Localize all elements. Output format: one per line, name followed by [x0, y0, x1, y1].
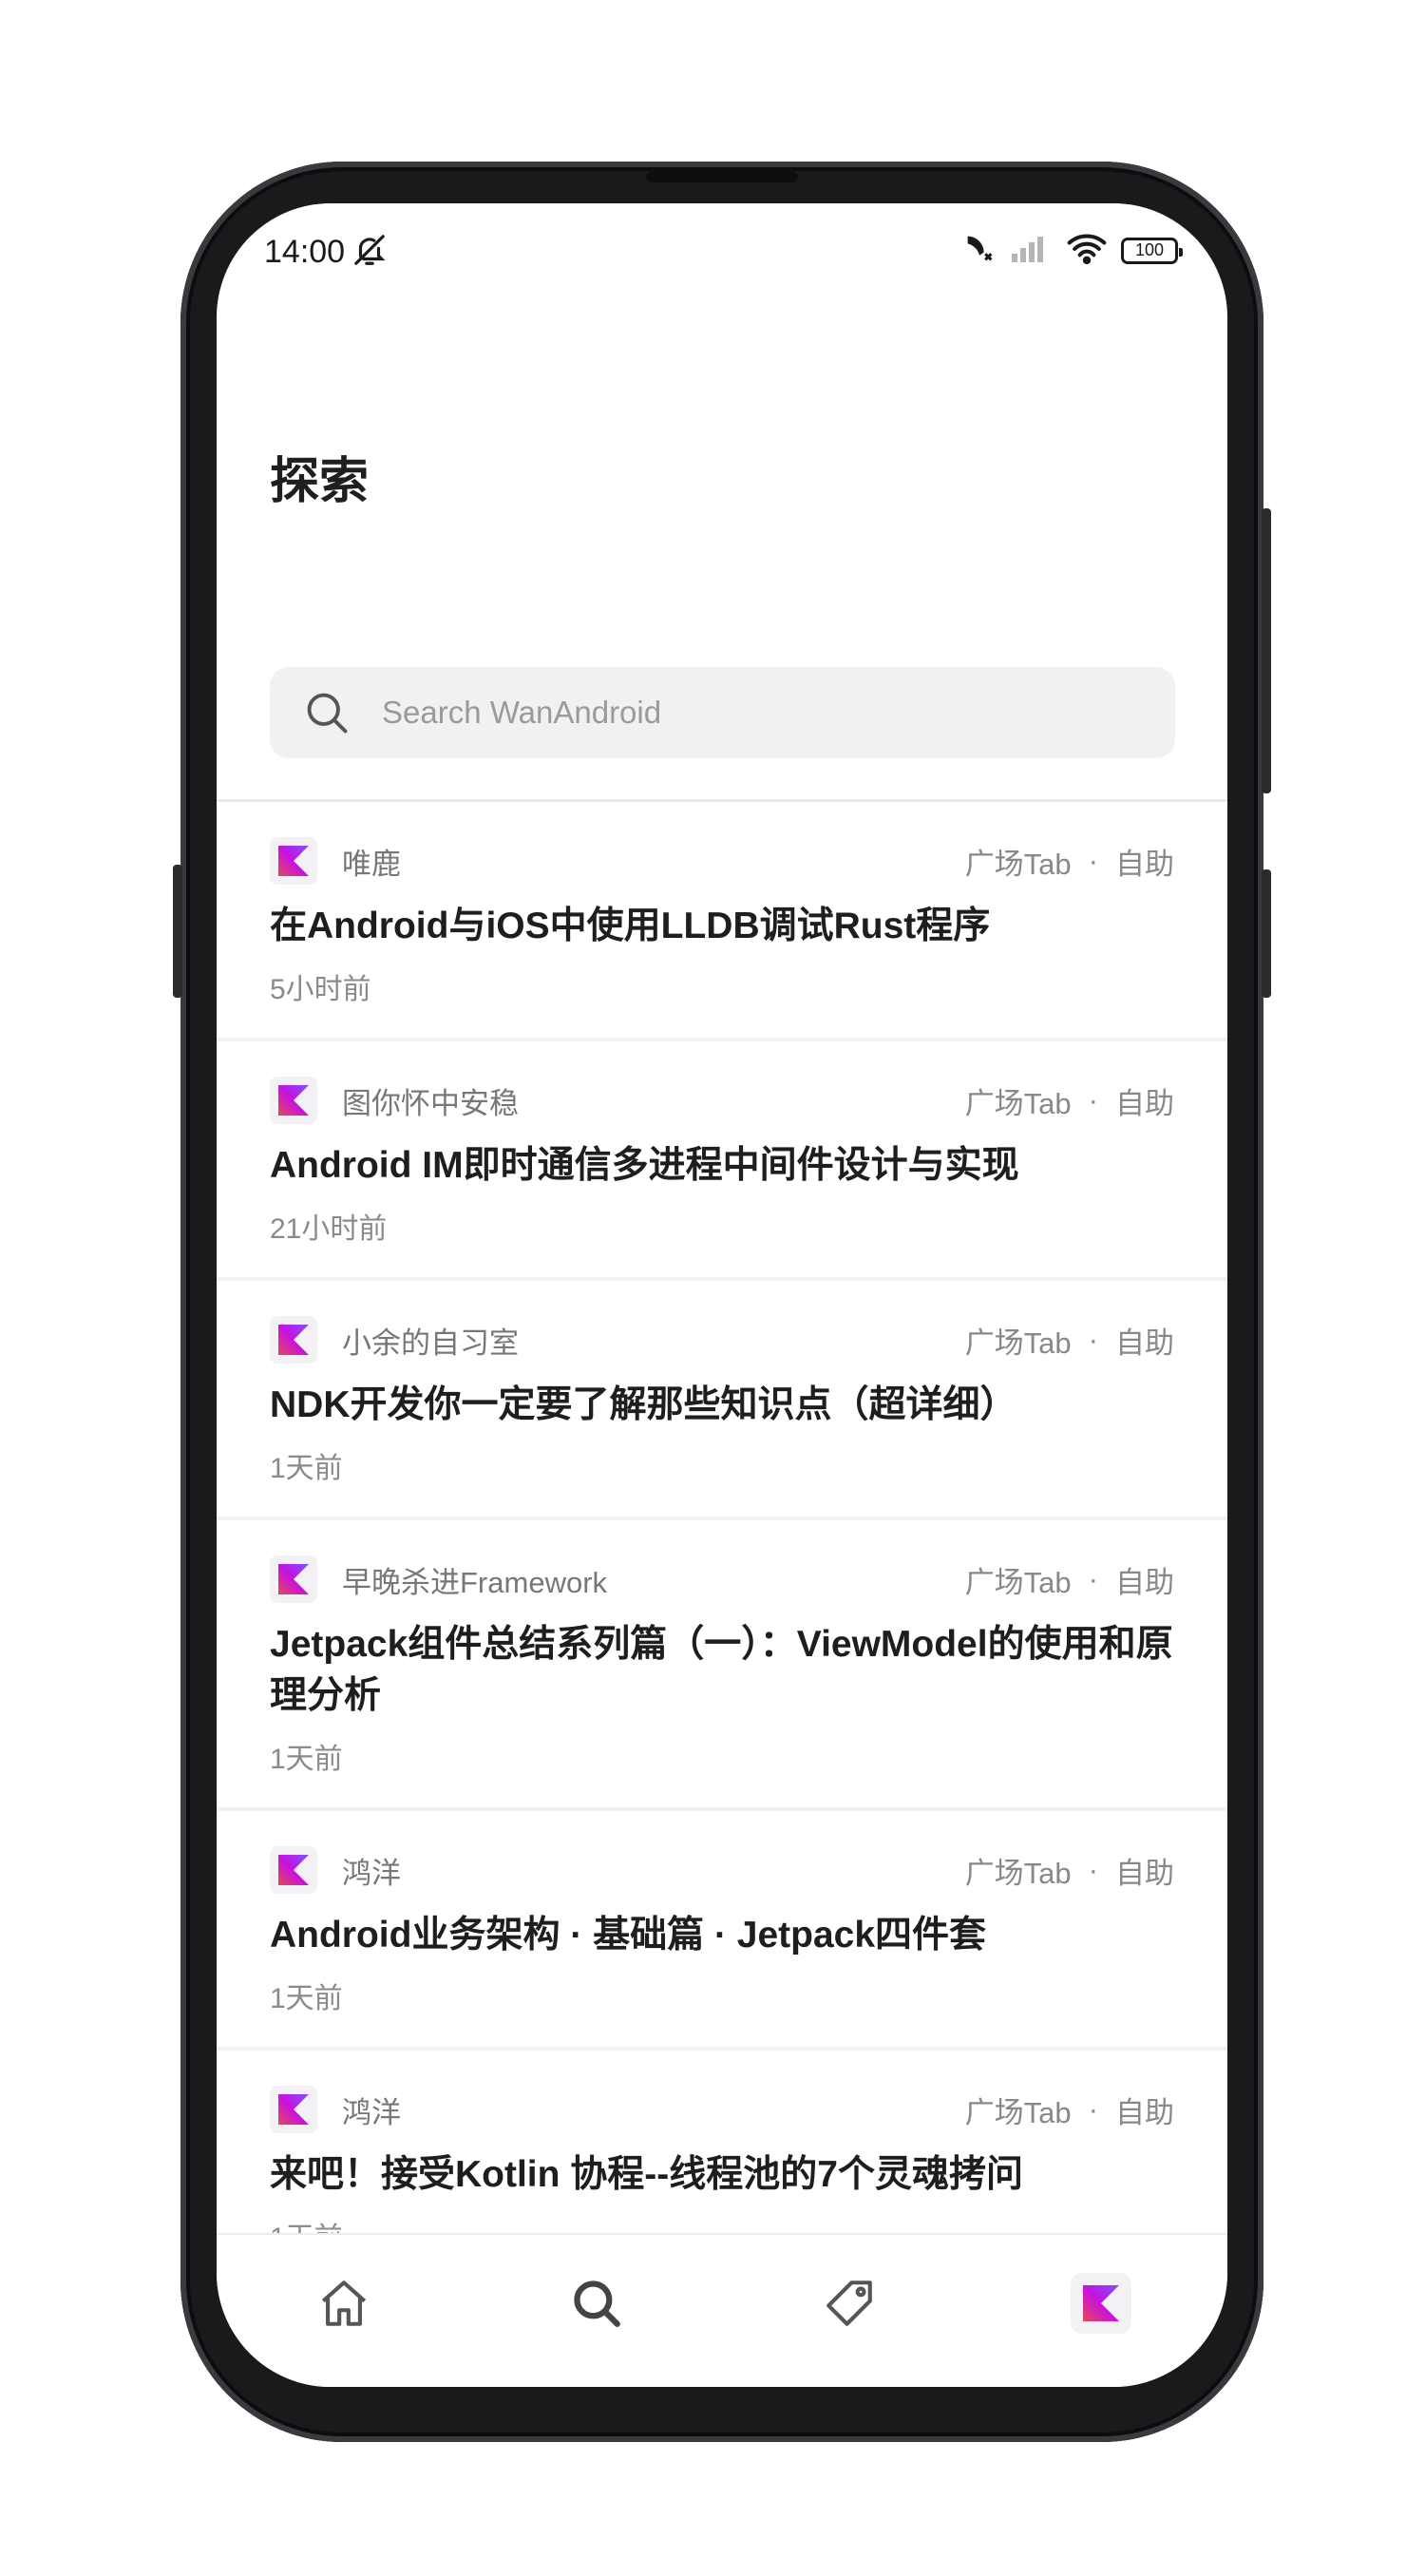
article-card[interactable]: 唯鹿 广场Tab · 自助 在Android与iOS中使用LLDB调试Rust程… — [217, 802, 1227, 1038]
article-tags: 广场Tab · 自助 — [965, 802, 1174, 920]
phone-speaker — [646, 171, 798, 182]
article-tags: 广场Tab · 自助 — [965, 2051, 1174, 2168]
signal-icon — [1011, 234, 1053, 267]
tag-label[interactable]: 广场Tab — [965, 1849, 1072, 1892]
tag-separator: · — [1088, 1853, 1098, 1886]
status-icons: 100 — [961, 232, 1183, 269]
article-tags: 广场Tab · 自助 — [965, 1520, 1174, 1638]
article-card[interactable]: 鸿洋 广场Tab · 自助 Android业务架构 · 基础篇 · Jetpac… — [217, 1811, 1227, 2047]
power-button — [1262, 869, 1271, 998]
bell-muted-icon — [352, 232, 388, 273]
article-card[interactable]: 小余的自习室 广场Tab · 自助 NDK开发你一定要了解那些知识点（超详细） … — [217, 1281, 1227, 1517]
nav-kotlin-logo-icon[interactable] — [1071, 2273, 1131, 2334]
bottom-navigation — [217, 2233, 1227, 2387]
nav-tag-icon[interactable] — [819, 2273, 880, 2334]
author-name[interactable]: 早晚杀进Framework — [342, 1558, 607, 1601]
tag-separator: · — [1088, 1562, 1098, 1595]
article-list[interactable]: 唯鹿 广场Tab · 自助 在Android与iOS中使用LLDB调试Rust程… — [217, 802, 1227, 2233]
call-icon — [961, 232, 998, 269]
search-placeholder: Search WanAndroid — [382, 695, 662, 730]
author-name[interactable]: 鸿洋 — [342, 2089, 401, 2131]
battery-indicator: 100 — [1121, 237, 1183, 264]
article-tags: 广场Tab · 自助 — [965, 1041, 1174, 1159]
author-name[interactable]: 图你怀中安稳 — [342, 1079, 519, 1122]
article-time: 1天前 — [270, 1983, 343, 2014]
tag-label[interactable]: 自助 — [1115, 1558, 1174, 1601]
article-time: 5小时前 — [270, 974, 371, 1005]
tag-label[interactable]: 广场Tab — [965, 840, 1072, 883]
nav-home-icon[interactable] — [314, 2273, 374, 2334]
article-card[interactable]: 早晚杀进Framework 广场Tab · 自助 Jetpack组件总结系列篇（… — [217, 1520, 1227, 1807]
screen: 14:00 100 探索 Search WanAndroid 唯鹿 广场Tab … — [217, 203, 1227, 2387]
search-icon — [302, 688, 352, 737]
tag-label[interactable]: 自助 — [1115, 1079, 1174, 1122]
tag-label[interactable]: 广场Tab — [965, 1319, 1072, 1362]
tag-label[interactable]: 广场Tab — [965, 2089, 1072, 2131]
status-time: 14:00 — [264, 234, 346, 270]
tag-label[interactable]: 广场Tab — [965, 1558, 1072, 1601]
tag-separator: · — [1088, 2092, 1098, 2126]
wifi-icon — [1066, 232, 1108, 269]
kotlin-logo-icon — [270, 1846, 317, 1894]
tag-separator: · — [1088, 844, 1098, 877]
page-title: 探索 — [270, 454, 370, 509]
search-input[interactable]: Search WanAndroid — [270, 667, 1175, 758]
tag-label[interactable]: 自助 — [1115, 2089, 1174, 2131]
article-tags: 广场Tab · 自助 — [965, 1281, 1174, 1399]
article-time: 21小时前 — [270, 1213, 388, 1245]
kotlin-logo-icon — [270, 2086, 317, 2133]
nav-search-icon[interactable] — [566, 2273, 627, 2334]
article-time: 1天前 — [270, 2214, 1174, 2233]
author-name[interactable]: 鸿洋 — [342, 1849, 401, 1892]
article-time: 1天前 — [270, 1453, 343, 1484]
article-card[interactable]: 图你怀中安稳 广场Tab · 自助 Android IM即时通信多进程中间件设计… — [217, 1041, 1227, 1277]
author-name[interactable]: 小余的自习室 — [342, 1319, 519, 1362]
side-button — [173, 865, 182, 998]
kotlin-logo-icon — [270, 1555, 317, 1603]
tag-label[interactable]: 自助 — [1115, 840, 1174, 883]
kotlin-logo-icon — [270, 1077, 317, 1124]
author-name[interactable]: 唯鹿 — [342, 840, 401, 883]
article-card[interactable]: 鸿洋 广场Tab · 自助 来吧！接受Kotlin 协程--线程池的7个灵魂拷问… — [217, 2051, 1227, 2233]
volume-button — [1262, 508, 1271, 793]
status-bar: 14:00 100 — [217, 203, 1227, 298]
tag-label[interactable]: 广场Tab — [965, 1079, 1072, 1122]
kotlin-logo-icon — [270, 837, 317, 885]
article-tags: 广场Tab · 自助 — [965, 1811, 1174, 1929]
tag-separator: · — [1088, 1083, 1098, 1116]
tag-label[interactable]: 自助 — [1115, 1849, 1174, 1892]
tag-label[interactable]: 自助 — [1115, 1319, 1174, 1362]
article-time: 1天前 — [270, 1744, 343, 1775]
kotlin-logo-icon — [270, 1316, 317, 1364]
tag-separator: · — [1088, 1323, 1098, 1356]
